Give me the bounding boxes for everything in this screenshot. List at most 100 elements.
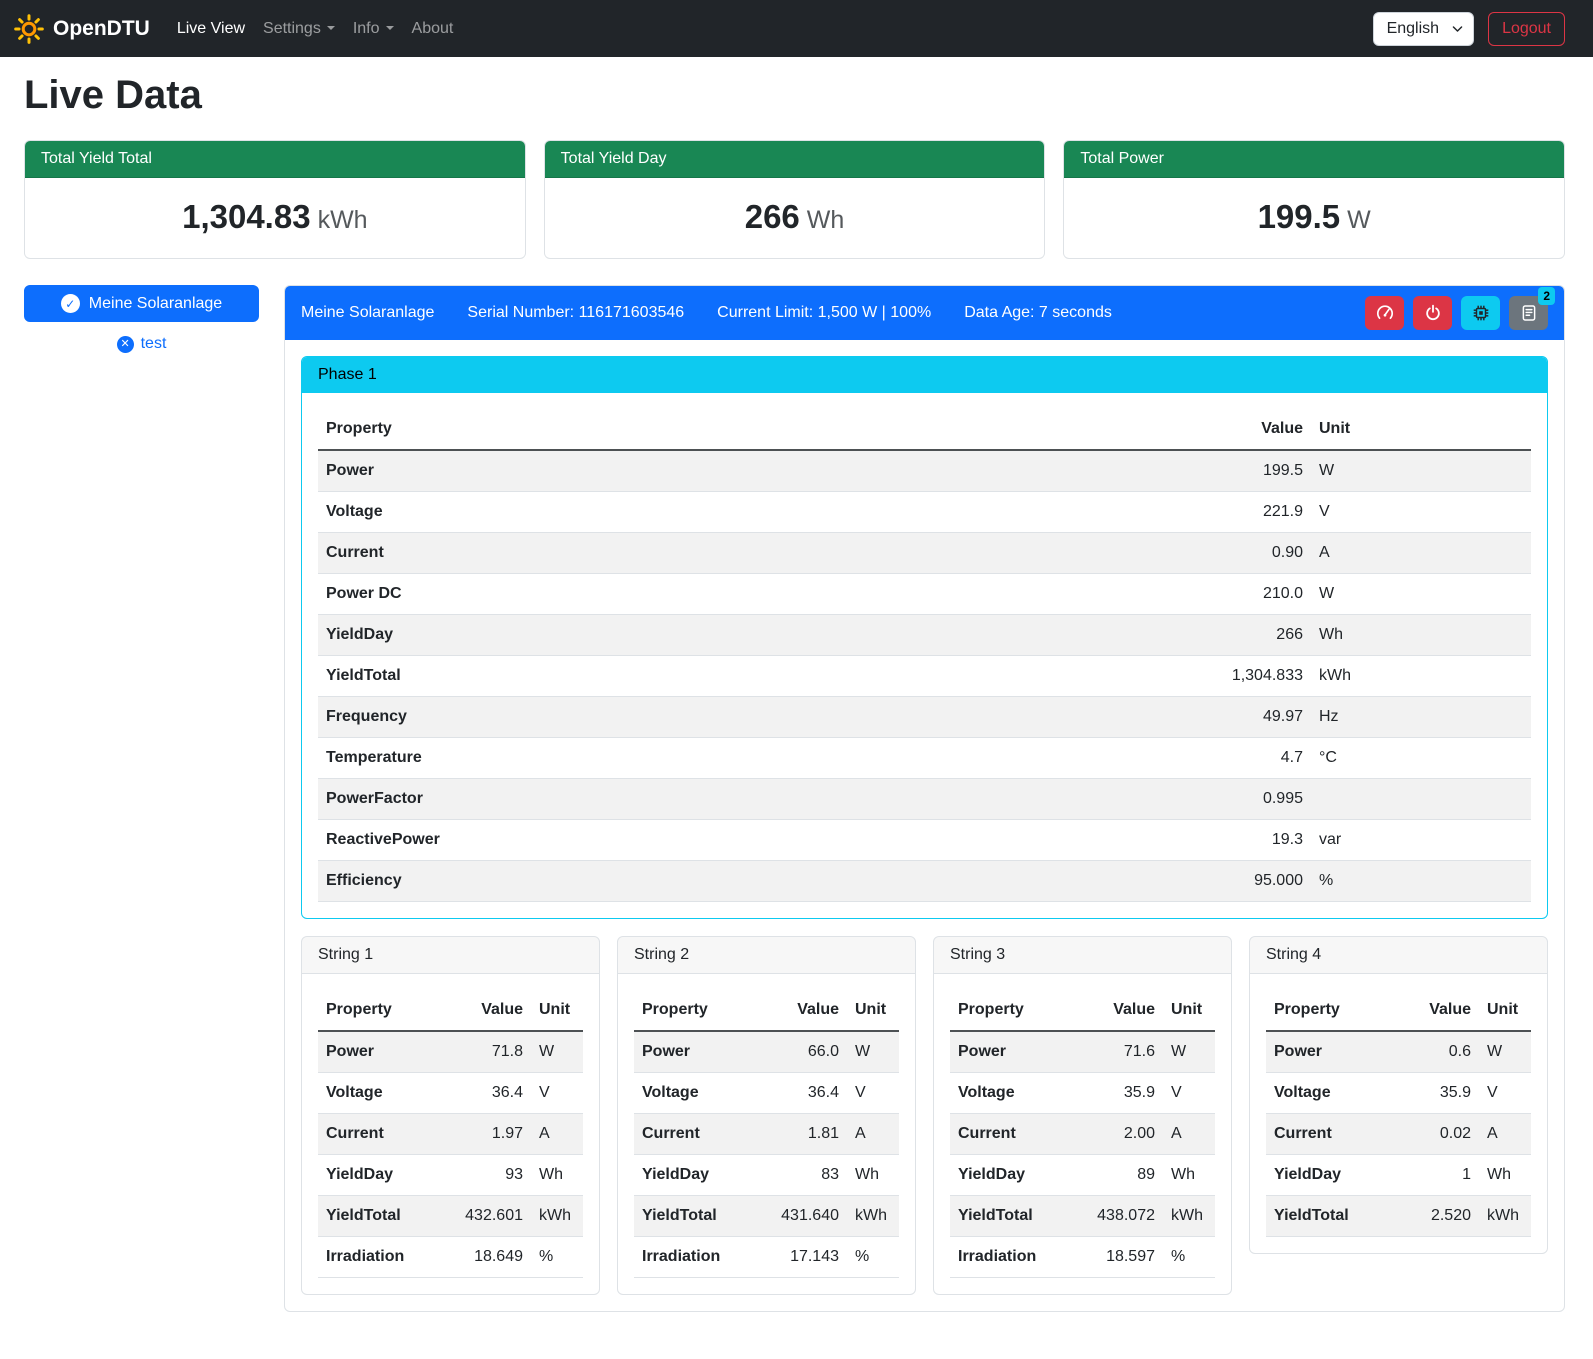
inverter-select-label: test bbox=[141, 335, 167, 353]
property-unit: V bbox=[847, 1073, 899, 1114]
property-value: 2.520 bbox=[1399, 1196, 1479, 1237]
string-1-table: Property Value Unit Power bbox=[318, 990, 583, 1278]
property-value: 18.597 bbox=[1083, 1237, 1163, 1278]
logout-button[interactable]: Logout bbox=[1488, 12, 1565, 46]
table-row: YieldDay 266 Wh bbox=[318, 615, 1531, 656]
property-value: 2.00 bbox=[1083, 1114, 1163, 1155]
property-name: Power bbox=[950, 1031, 1083, 1073]
language-select-value: English bbox=[1387, 20, 1439, 37]
table-row: Power DC 210.0 W bbox=[318, 574, 1531, 615]
property-unit: % bbox=[1311, 861, 1531, 902]
property-value: 0.995 bbox=[1161, 779, 1311, 820]
property-name: Current bbox=[634, 1114, 767, 1155]
nav-item-live-view[interactable]: Live View bbox=[168, 12, 254, 46]
speedometer-icon bbox=[1376, 304, 1394, 322]
property-value: 35.9 bbox=[1399, 1073, 1479, 1114]
column-header-unit: Unit bbox=[847, 990, 899, 1031]
limit-settings-button[interactable] bbox=[1365, 296, 1404, 330]
column-header-value: Value bbox=[1161, 409, 1311, 450]
property-value: 210.0 bbox=[1161, 574, 1311, 615]
table-body: Power 0.6 W Voltage 35.9 V bbox=[1266, 1031, 1531, 1237]
string-1-header: String 1 bbox=[302, 937, 599, 974]
nav-item-settings[interactable]: Settings bbox=[254, 12, 344, 46]
table-row: Current 0.90 A bbox=[318, 533, 1531, 574]
property-name: Voltage bbox=[634, 1073, 767, 1114]
property-value: 19.3 bbox=[1161, 820, 1311, 861]
nav-item-about[interactable]: About bbox=[403, 12, 463, 46]
table-row: Current 0.02 A bbox=[1266, 1114, 1531, 1155]
brand-link[interactable]: OpenDTU bbox=[14, 14, 150, 44]
property-unit: °C bbox=[1311, 738, 1531, 779]
table-row: YieldTotal 431.640 kWh bbox=[634, 1196, 899, 1237]
property-unit: Wh bbox=[1163, 1155, 1215, 1196]
nav-item-info[interactable]: Info bbox=[344, 12, 403, 46]
table-body: Power 71.8 W Voltage 36.4 V bbox=[318, 1031, 583, 1278]
property-value: 431.640 bbox=[767, 1196, 847, 1237]
device-info-button[interactable] bbox=[1461, 296, 1500, 330]
inverter-actions: 2 bbox=[1365, 296, 1548, 330]
property-unit: V bbox=[531, 1073, 583, 1114]
table-header-row: Property Value Unit bbox=[950, 990, 1215, 1031]
x-circle-icon: ✕ bbox=[117, 336, 134, 353]
table-row: YieldTotal 1,304.833 kWh bbox=[318, 656, 1531, 697]
inverter-select-button-test[interactable]: ✕ test bbox=[24, 335, 259, 353]
property-value: 83 bbox=[767, 1155, 847, 1196]
string-1-card: String 1 Property Value Unit bbox=[301, 936, 600, 1295]
table-row: Voltage 36.4 V bbox=[318, 1073, 583, 1114]
table-row: Current 1.97 A bbox=[318, 1114, 583, 1155]
property-unit: A bbox=[1479, 1114, 1531, 1155]
inverter-select-button-active[interactable]: ✓ Meine Solaranlage bbox=[24, 285, 259, 322]
property-value: 221.9 bbox=[1161, 492, 1311, 533]
chevron-down-icon bbox=[327, 26, 335, 30]
string-2-header: String 2 bbox=[618, 937, 915, 974]
column-header-unit: Unit bbox=[1311, 409, 1531, 450]
property-name: Irradiation bbox=[634, 1237, 767, 1278]
power-toggle-button[interactable] bbox=[1413, 296, 1452, 330]
property-value: 0.02 bbox=[1399, 1114, 1479, 1155]
property-unit: W bbox=[1311, 450, 1531, 492]
total-yield-total-card: Total Yield Total 1,304.83kWh bbox=[24, 140, 526, 259]
property-name: YieldTotal bbox=[634, 1196, 767, 1237]
string-1-body: Property Value Unit Power bbox=[302, 974, 599, 1294]
property-name: YieldTotal bbox=[318, 656, 1161, 697]
table-row: Frequency 49.97 Hz bbox=[318, 697, 1531, 738]
string-2-table: Property Value Unit Power bbox=[634, 990, 899, 1278]
table-row: Irradiation 17.143 % bbox=[634, 1237, 899, 1278]
inverter-sidebar: ✓ Meine Solaranlage ✕ test bbox=[24, 285, 259, 353]
property-name: Power bbox=[634, 1031, 767, 1073]
property-unit: V bbox=[1311, 492, 1531, 533]
table-row: YieldTotal 438.072 kWh bbox=[950, 1196, 1215, 1237]
column-header-property: Property bbox=[634, 990, 767, 1031]
string-4-body: Property Value Unit Power bbox=[1250, 974, 1547, 1253]
property-name: YieldDay bbox=[318, 1155, 451, 1196]
property-name: Temperature bbox=[318, 738, 1161, 779]
table-row: YieldDay 83 Wh bbox=[634, 1155, 899, 1196]
column-header-property: Property bbox=[1266, 990, 1399, 1031]
table-row: YieldDay 1 Wh bbox=[1266, 1155, 1531, 1196]
table-head: Property Value Unit bbox=[1266, 990, 1531, 1031]
column-header-property: Property bbox=[950, 990, 1083, 1031]
string-2-card: String 2 Property Value Unit bbox=[617, 936, 916, 1295]
nav-item-info-label: Info bbox=[353, 20, 380, 37]
property-name: YieldDay bbox=[1266, 1155, 1399, 1196]
event-log-button[interactable]: 2 bbox=[1509, 296, 1548, 330]
property-name: Power bbox=[318, 450, 1161, 492]
power-icon bbox=[1424, 304, 1442, 322]
table-row: ReactivePower 19.3 var bbox=[318, 820, 1531, 861]
page-container: Live Data Total Yield Total 1,304.83kWh … bbox=[0, 57, 1593, 1336]
inverter-serial: Serial Number: 116171603546 bbox=[467, 304, 684, 322]
table-row: Current 2.00 A bbox=[950, 1114, 1215, 1155]
total-yield-total-value: 1,304.83 bbox=[182, 198, 310, 235]
property-name: Current bbox=[318, 1114, 451, 1155]
table-row: Temperature 4.7 °C bbox=[318, 738, 1531, 779]
property-name: Power DC bbox=[318, 574, 1161, 615]
cpu-icon bbox=[1472, 304, 1490, 322]
inverter-name: Meine Solaranlage bbox=[301, 304, 434, 322]
table-row: Voltage 36.4 V bbox=[634, 1073, 899, 1114]
property-name: YieldDay bbox=[318, 615, 1161, 656]
journal-icon bbox=[1520, 304, 1538, 322]
card-header: Total Power bbox=[1064, 141, 1564, 178]
property-name: YieldTotal bbox=[318, 1196, 451, 1237]
language-select[interactable]: English bbox=[1373, 12, 1474, 46]
nav-item-settings-label: Settings bbox=[263, 20, 321, 37]
